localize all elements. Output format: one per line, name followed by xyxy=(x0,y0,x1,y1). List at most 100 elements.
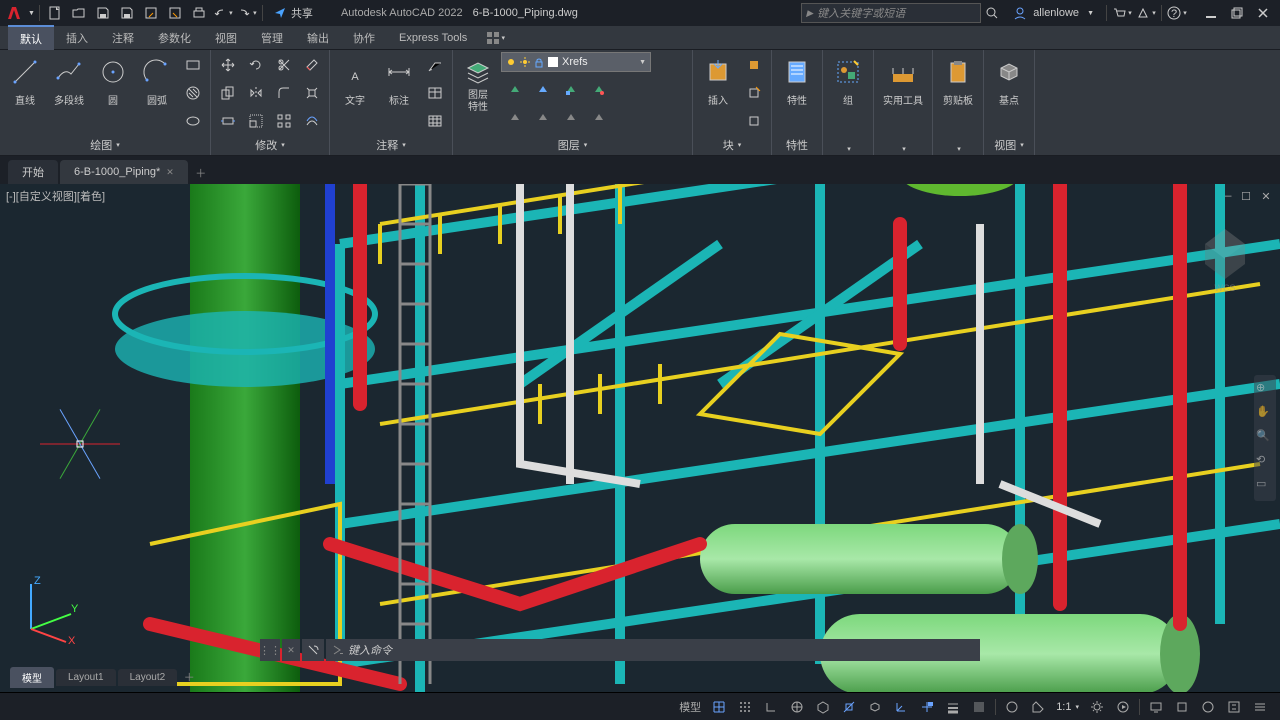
layer-properties-button[interactable]: 图层 特性 xyxy=(457,52,499,118)
edit-block-icon[interactable] xyxy=(741,80,767,106)
arc-button[interactable]: 圆弧 xyxy=(136,52,178,118)
search-input[interactable]: 键入关键字或短语 xyxy=(801,3,981,23)
tab-manage[interactable]: 管理 xyxy=(249,26,295,50)
explode-icon[interactable] xyxy=(299,80,325,106)
layout-tab-1[interactable]: Layout1 xyxy=(56,669,116,686)
status-lwt-icon[interactable] xyxy=(941,696,965,718)
layer-freeze-icon[interactable] xyxy=(529,76,555,102)
ellipse-icon[interactable] xyxy=(180,108,206,134)
qat-open-icon[interactable] xyxy=(68,2,90,24)
move-icon[interactable] xyxy=(215,52,241,78)
tab-output[interactable]: 输出 xyxy=(295,26,341,50)
polyline-button[interactable]: 多段线 xyxy=(48,52,90,118)
show-motion-icon[interactable]: ▭ xyxy=(1256,477,1274,495)
qat-plot-icon[interactable] xyxy=(188,2,210,24)
tab-collab[interactable]: 协作 xyxy=(341,26,387,50)
status-ws-icon[interactable] xyxy=(1111,696,1135,718)
status-model[interactable]: 模型 xyxy=(675,696,705,718)
app-switcher-icon[interactable]: ▾ xyxy=(1135,2,1157,24)
layout-tab-2[interactable]: Layout2 xyxy=(118,669,178,686)
wcs-label[interactable]: WCS xyxy=(1190,283,1260,293)
leader-icon[interactable] xyxy=(422,52,448,78)
status-ortho-icon[interactable] xyxy=(759,696,783,718)
file-tab-drawing[interactable]: 6-B-1000_Piping*✕ xyxy=(60,160,188,184)
table-icon[interactable] xyxy=(422,80,448,106)
layer-icon4[interactable] xyxy=(585,104,611,130)
panel-clipboard-title[interactable]: ▾ xyxy=(937,143,979,155)
panel-annotation-title[interactable]: 注释▾ xyxy=(334,135,448,155)
trim-icon[interactable] xyxy=(271,52,297,78)
status-isolate-icon[interactable] xyxy=(1170,696,1194,718)
status-hardware-icon[interactable] xyxy=(1196,696,1220,718)
tab-annotate[interactable]: 注释 xyxy=(100,26,146,50)
status-polar-icon[interactable] xyxy=(785,696,809,718)
line-button[interactable]: 直线 xyxy=(4,52,46,118)
status-cycling-icon[interactable] xyxy=(1000,696,1024,718)
status-grid-icon[interactable] xyxy=(707,696,731,718)
pan-icon[interactable]: ✋ xyxy=(1256,405,1274,423)
panel-view-title[interactable]: 视图▾ xyxy=(988,135,1030,155)
stretch-icon[interactable] xyxy=(215,108,241,134)
layer-off-icon[interactable] xyxy=(501,76,527,102)
layer-match-icon[interactable] xyxy=(585,76,611,102)
status-customize-icon[interactable] xyxy=(1248,696,1272,718)
group-button[interactable]: 组 xyxy=(827,52,869,118)
erase-icon[interactable] xyxy=(299,52,325,78)
base-view-button[interactable]: 基点 xyxy=(988,52,1030,118)
offset-icon[interactable] xyxy=(299,108,325,134)
layout-tab-model[interactable]: 模型 xyxy=(10,667,54,688)
minimize-button[interactable] xyxy=(1198,2,1224,24)
qat-websave-icon[interactable] xyxy=(164,2,186,24)
array-icon[interactable] xyxy=(271,108,297,134)
rotate-icon[interactable] xyxy=(243,52,269,78)
close-icon[interactable]: ✕ xyxy=(166,167,174,178)
utilities-button[interactable]: 实用工具 xyxy=(878,52,928,118)
layer-icon2[interactable] xyxy=(529,104,555,130)
tab-featured-apps[interactable]: ▾ xyxy=(483,28,507,48)
panel-draw-title[interactable]: 绘图▾ xyxy=(4,135,206,155)
panel-block-title[interactable]: 块▾ xyxy=(697,135,767,155)
qat-redo-icon[interactable]: ▾ xyxy=(236,2,258,24)
status-iso-icon[interactable] xyxy=(811,696,835,718)
status-transparency-icon[interactable] xyxy=(967,696,991,718)
panel-properties-title[interactable]: 特性 xyxy=(776,135,818,155)
search-icon[interactable] xyxy=(981,2,1003,24)
status-dyn-icon[interactable] xyxy=(915,696,939,718)
rect-icon[interactable] xyxy=(180,52,206,78)
copy-icon[interactable] xyxy=(215,80,241,106)
tab-view[interactable]: 视图 xyxy=(203,26,249,50)
status-osnap-icon[interactable] xyxy=(837,696,861,718)
orbit-icon[interactable]: ⟲ xyxy=(1256,453,1274,471)
status-3dosnap-icon[interactable] xyxy=(863,696,887,718)
status-scale[interactable]: 1:1▾ xyxy=(1052,696,1083,718)
create-block-icon[interactable] xyxy=(741,52,767,78)
layer-lock-icon[interactable] xyxy=(557,76,583,102)
qat-saveas-icon[interactable] xyxy=(116,2,138,24)
status-annoscale-icon[interactable] xyxy=(1026,696,1050,718)
qat-webopen-icon[interactable] xyxy=(140,2,162,24)
cmd-close-icon[interactable]: ✕ xyxy=(282,639,300,661)
cart-icon[interactable]: ▾ xyxy=(1111,2,1133,24)
command-input[interactable]: 键入命令 xyxy=(326,639,980,661)
file-tab-start[interactable]: 开始 xyxy=(8,160,58,184)
add-layout-tab[interactable]: ＋ xyxy=(179,667,199,687)
status-gear-icon[interactable] xyxy=(1085,696,1109,718)
drawing-viewport[interactable]: [-][自定义视图][着色] — ☐ ✕ xyxy=(0,184,1280,692)
close-button[interactable] xyxy=(1250,2,1276,24)
insert-button[interactable]: 插入 xyxy=(697,52,739,118)
panel-utilities-title[interactable]: ▾ xyxy=(878,143,928,155)
app-menu-caret[interactable]: ▼ xyxy=(28,10,35,17)
user-menu[interactable]: allenlowe ▼ xyxy=(1005,6,1102,20)
panel-layers-title[interactable]: 图层▾ xyxy=(457,135,688,155)
panel-group-title[interactable]: ▾ xyxy=(827,143,869,155)
tab-parametric[interactable]: 参数化 xyxy=(146,26,203,50)
fillet-icon[interactable] xyxy=(271,80,297,106)
app-logo[interactable] xyxy=(4,3,24,23)
layer-icon1[interactable] xyxy=(501,104,527,130)
help-icon[interactable]: ?▾ xyxy=(1166,2,1188,24)
view-cube[interactable]: WCS xyxy=(1190,214,1260,284)
layer-dropdown[interactable]: Xrefs ▼ xyxy=(501,52,651,72)
clipboard-button[interactable]: 剪贴板 xyxy=(937,52,979,118)
scale-icon[interactable] xyxy=(243,108,269,134)
cmd-grip-icon[interactable]: ⋮⋮ xyxy=(260,639,280,661)
